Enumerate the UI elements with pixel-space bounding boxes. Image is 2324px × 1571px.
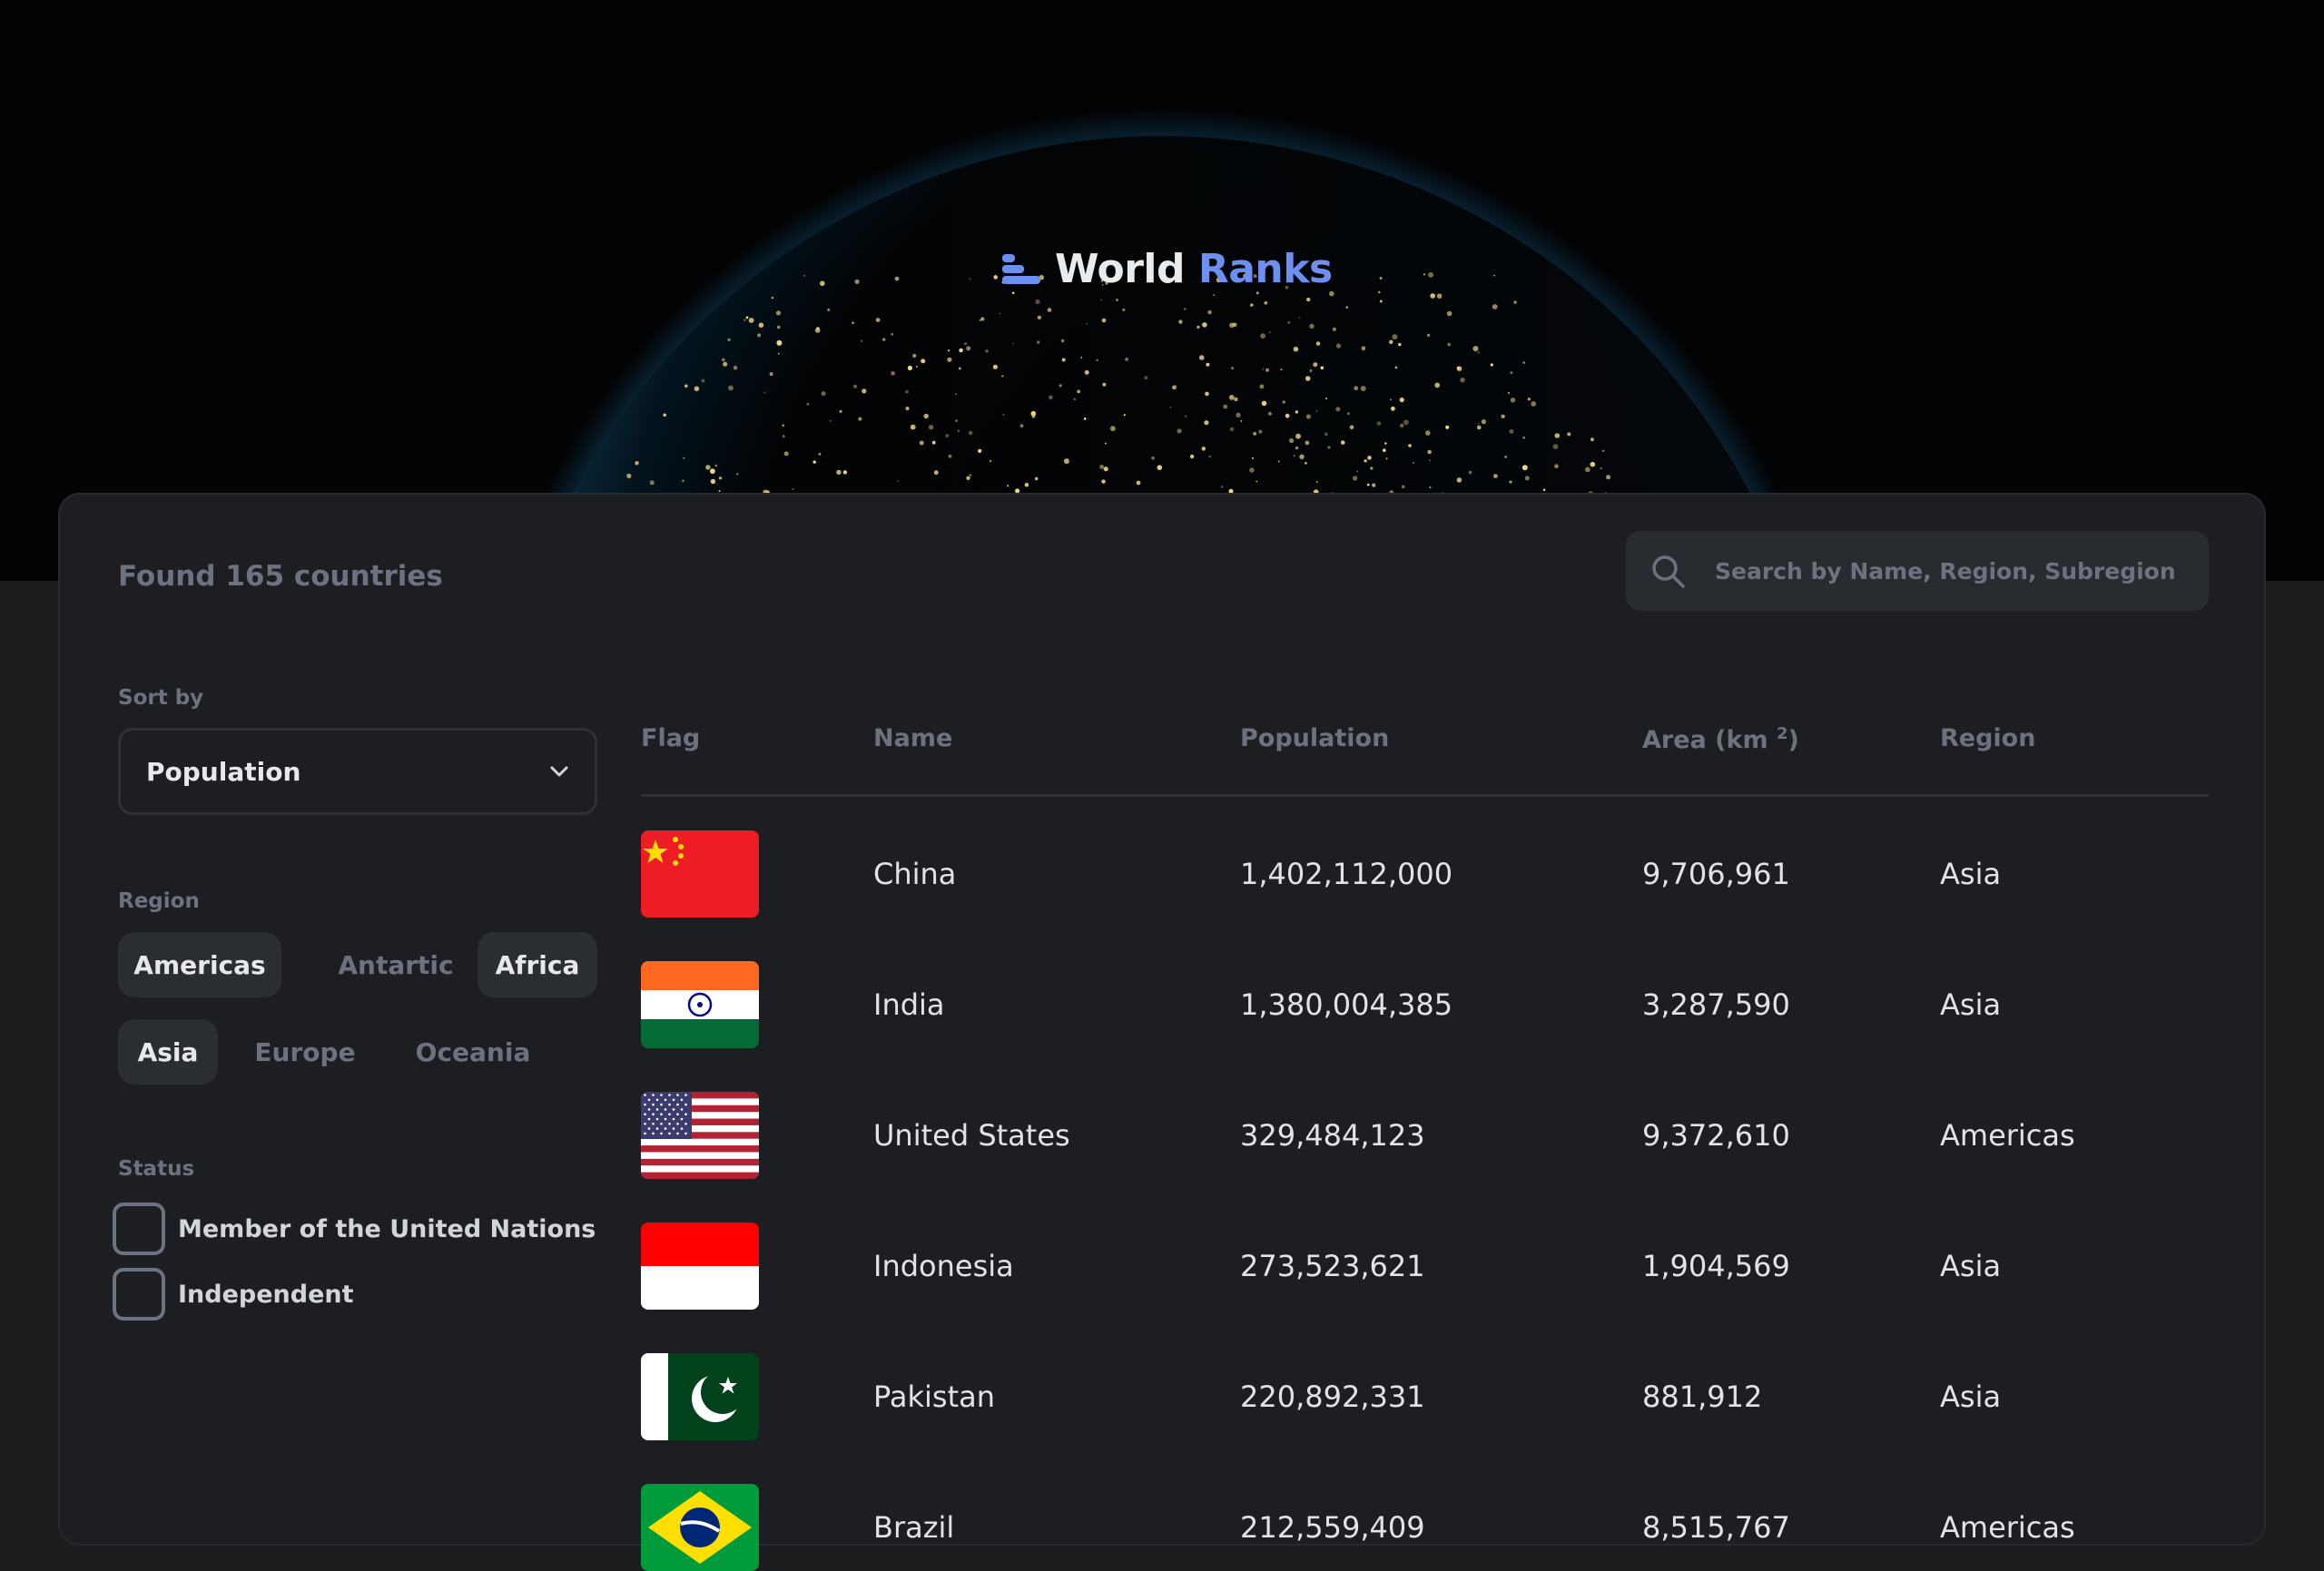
countries-panel: Found 165 countries Sort by Population R… [58,493,2268,1571]
column-header-name[interactable]: Name [873,724,952,752]
united-states-flag-icon [641,1092,759,1179]
country-population: 212,559,409 [1240,1510,1425,1545]
country-name: India [873,987,945,1022]
country-population: 273,523,621 [1240,1249,1425,1283]
sort-select[interactable]: Population [118,728,597,815]
table-row[interactable]: Indonesia 273,523,621 1,904,569 Asia [60,1222,2268,1310]
india-flag-icon [641,961,759,1048]
column-header-flag[interactable]: Flag [641,724,700,752]
country-population: 1,380,004,385 [1240,987,1453,1022]
pakistan-flag-icon [641,1353,759,1440]
country-region: Asia [1940,857,2002,891]
country-area: 3,287,590 [1642,987,1790,1022]
country-name: Brazil [873,1510,955,1545]
country-region: Asia [1940,987,2002,1022]
country-name: Pakistan [873,1380,995,1414]
table-row[interactable]: India 1,380,004,385 3,287,590 Asia [60,961,2268,1048]
app-logo[interactable]: World Ranks [1000,243,1333,294]
country-region: Americas [1940,1118,2075,1153]
country-area: 1,904,569 [1642,1249,1790,1283]
china-flag-icon [641,830,759,918]
ranking-bars-icon [1002,254,1040,284]
country-name: China [873,857,957,891]
search-input[interactable] [1713,556,2185,585]
country-population: 329,484,123 [1240,1118,1425,1153]
country-area: 881,912 [1642,1380,1763,1414]
country-region: Americas [1940,1510,2075,1545]
sort-selected-value: Population [146,756,301,787]
country-area: 9,706,961 [1642,857,1790,891]
country-name: United States [873,1118,1070,1153]
country-area: 9,372,610 [1642,1118,1790,1153]
country-region: Asia [1940,1249,2002,1283]
search-icon [1652,555,1685,588]
sort-by-label: Sort by [118,686,204,710]
column-header-population[interactable]: Population [1240,724,1389,752]
table-row[interactable]: Brazil 212,559,409 8,515,767 Americas [60,1484,2268,1571]
chevron-down-icon [550,766,568,777]
brazil-flag-icon [641,1484,759,1571]
country-region: Asia [1940,1380,2002,1414]
table-row[interactable]: Pakistan 220,892,331 881,912 Asia [60,1353,2268,1440]
table-row[interactable]: China 1,402,112,000 9,706,961 Asia [60,830,2268,918]
country-population: 220,892,331 [1240,1380,1425,1414]
logo-word-ranks: Ranks [1197,245,1333,292]
country-area: 8,515,767 [1642,1510,1790,1545]
indonesia-flag-icon [641,1222,759,1310]
logo-word-world: World [1055,245,1185,292]
column-header-region[interactable]: Region [1940,724,2035,752]
country-name: Indonesia [873,1249,1014,1283]
table-row[interactable]: United States 329,484,123 9,372,610 Amer… [60,1092,2268,1179]
country-population: 1,402,112,000 [1240,857,1453,891]
column-header-area[interactable]: Area (km 2) [1642,724,1799,754]
header-divider [641,794,2209,797]
results-count: Found 165 countries [118,560,443,593]
search-bar[interactable] [1626,531,2209,611]
